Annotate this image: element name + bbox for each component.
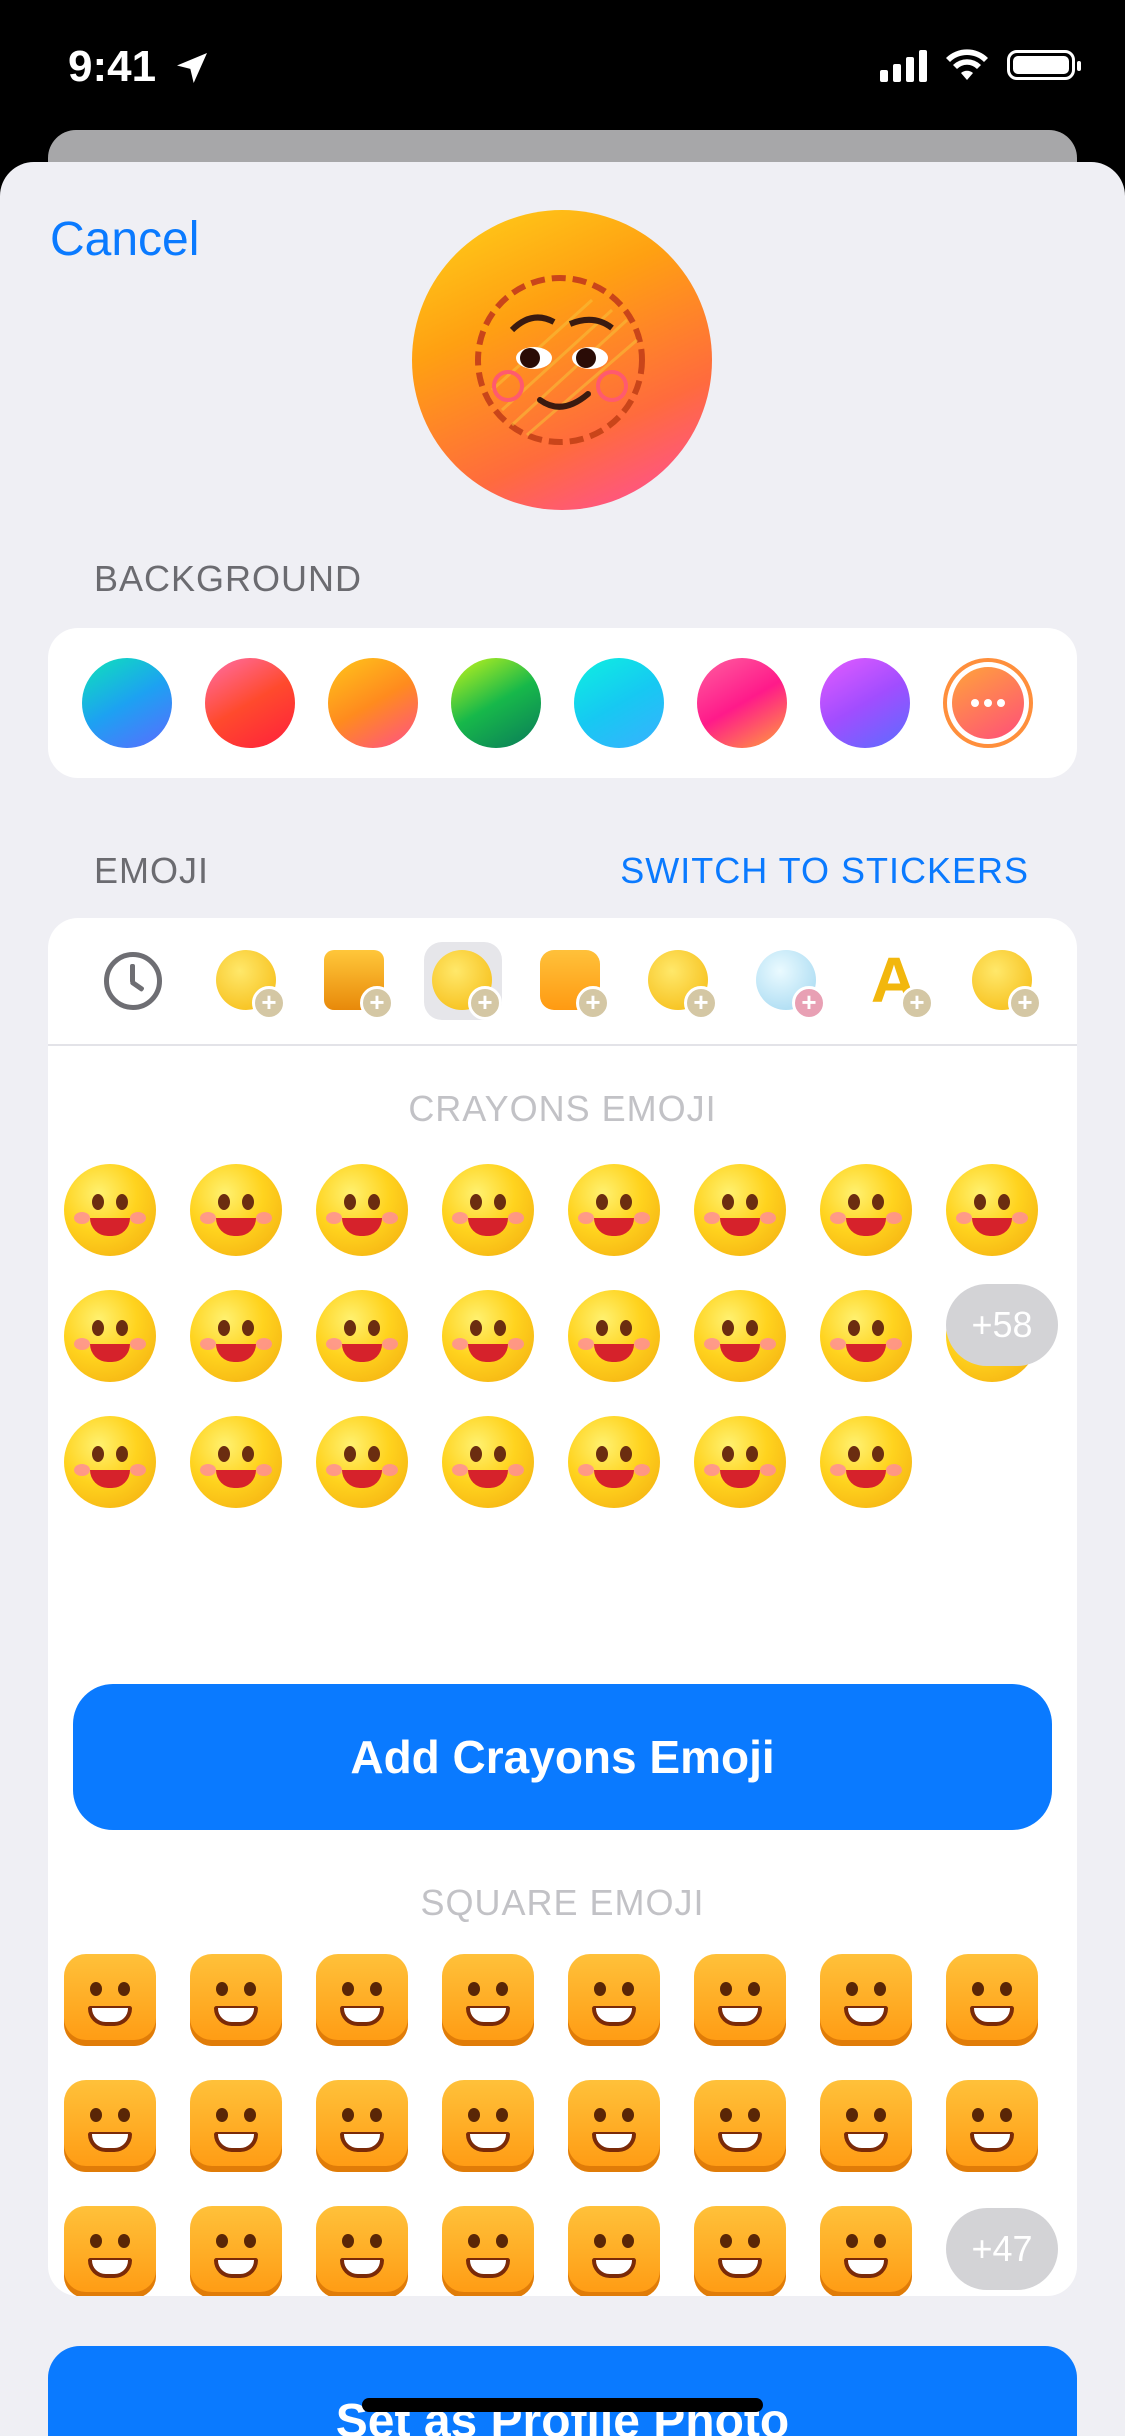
- more-backgrounds-button[interactable]: [943, 658, 1033, 748]
- background-swatch-cyan[interactable]: [574, 658, 664, 748]
- background-swatch-purple[interactable]: [820, 658, 910, 748]
- crayon-emoji[interactable]: [568, 1164, 660, 1256]
- square-emoji[interactable]: [316, 1954, 408, 2046]
- cellular-signal-icon: [880, 48, 927, 82]
- square-emoji[interactable]: [694, 2080, 786, 2172]
- square-emoji[interactable]: [190, 2206, 282, 2296]
- tab-letters-pack[interactable]: A +: [856, 942, 934, 1020]
- crayon-emoji[interactable]: [820, 1416, 912, 1508]
- square-pack-title: SQUARE EMOJI: [420, 1882, 705, 1923]
- square-emoji[interactable]: [64, 2206, 156, 2296]
- profile-photo-sheet: Cancel BACKGROUND EMOJI SWITCH TO STICKE…: [0, 162, 1125, 2436]
- home-indicator: [362, 2398, 763, 2412]
- tab-chick-pack[interactable]: +: [964, 942, 1042, 1020]
- square-emoji[interactable]: [568, 2206, 660, 2296]
- crayon-emoji[interactable]: [694, 1290, 786, 1382]
- tab-emoji-pack-1[interactable]: +: [208, 942, 286, 1020]
- crayon-emoji[interactable]: [820, 1164, 912, 1256]
- crayon-emoji[interactable]: [694, 1164, 786, 1256]
- emoji-picker: + + + + + + A + + CRAYONS EMOJI +58 Add C…: [48, 918, 1077, 2296]
- square-emoji[interactable]: [442, 2080, 534, 2172]
- crayon-emoji[interactable]: [190, 1164, 282, 1256]
- square-emoji[interactable]: [568, 2080, 660, 2172]
- crayon-emoji[interactable]: [694, 1416, 786, 1508]
- square-emoji[interactable]: [64, 1954, 156, 2046]
- avatar-preview: [412, 210, 712, 510]
- crayon-emoji[interactable]: [64, 1416, 156, 1508]
- background-swatch-orange-pink[interactable]: [328, 658, 418, 748]
- background-swatch-pink-red[interactable]: [205, 658, 295, 748]
- status-icons: [880, 48, 1081, 82]
- crayon-emoji[interactable]: [820, 1290, 912, 1382]
- switch-to-stickers-link[interactable]: SWITCH TO STICKERS: [620, 850, 1029, 892]
- crayons-pack-title: CRAYONS EMOJI: [408, 1088, 717, 1129]
- background-picker: [48, 628, 1077, 778]
- background-swatch-cyan-blue[interactable]: [82, 658, 172, 748]
- square-emoji[interactable]: [820, 2080, 912, 2172]
- location-arrow-icon: [177, 53, 207, 83]
- crayon-emoji[interactable]: [190, 1290, 282, 1382]
- status-bar: 9:41: [0, 0, 1125, 130]
- emoji-pack-tabs: + + + + + + A + +: [48, 918, 1077, 1046]
- tab-square-pack[interactable]: +: [532, 942, 610, 1020]
- recent-clock-icon[interactable]: [104, 952, 162, 1010]
- square-emoji[interactable]: [316, 2080, 408, 2172]
- square-emoji[interactable]: [64, 2080, 156, 2172]
- square-emoji[interactable]: [946, 1954, 1038, 2046]
- ellipsis-icon: [952, 667, 1024, 739]
- square-emoji[interactable]: [190, 2080, 282, 2172]
- set-as-profile-photo-button[interactable]: Set as Profile Photo: [48, 2346, 1077, 2436]
- crayon-emoji[interactable]: [442, 1416, 534, 1508]
- crayon-emoji[interactable]: [190, 1416, 282, 1508]
- crayon-emoji[interactable]: [568, 1290, 660, 1382]
- square-emoji[interactable]: [694, 1954, 786, 2046]
- add-crayons-emoji-button[interactable]: Add Crayons Emoji: [73, 1684, 1052, 1830]
- wifi-icon: [946, 49, 988, 80]
- background-section-label: BACKGROUND: [94, 558, 363, 599]
- square-emoji[interactable]: [946, 2080, 1038, 2172]
- battery-icon: [1007, 50, 1081, 80]
- square-emoji[interactable]: [442, 2206, 534, 2296]
- status-time: 9:41: [68, 42, 157, 91]
- crayon-emoji[interactable]: [568, 1416, 660, 1508]
- square-more-count[interactable]: +47: [946, 2208, 1058, 2290]
- square-emoji[interactable]: [568, 1954, 660, 2046]
- crayons-more-count[interactable]: +58: [946, 1284, 1058, 1366]
- square-emoji[interactable]: [316, 2206, 408, 2296]
- background-swatch-magenta[interactable]: [697, 658, 787, 748]
- crayon-emoji[interactable]: [64, 1290, 156, 1382]
- cancel-button[interactable]: Cancel: [50, 212, 199, 267]
- square-emoji[interactable]: [820, 2206, 912, 2296]
- square-emoji[interactable]: [442, 1954, 534, 2046]
- tab-ice-pack[interactable]: +: [748, 942, 826, 1020]
- square-emoji[interactable]: [694, 2206, 786, 2296]
- square-emoji[interactable]: [820, 1954, 912, 2046]
- crayon-emoji[interactable]: [316, 1164, 408, 1256]
- square-emoji[interactable]: [190, 1954, 282, 2046]
- crayon-emoji[interactable]: [316, 1290, 408, 1382]
- tab-crayons-pack[interactable]: +: [424, 942, 502, 1020]
- crayon-emoji[interactable]: [442, 1290, 534, 1382]
- crayon-smirk-emoji-icon: [475, 275, 645, 445]
- tab-wink-pack[interactable]: +: [640, 942, 718, 1020]
- crayon-emoji[interactable]: [946, 1164, 1038, 1256]
- crayon-emoji[interactable]: [316, 1416, 408, 1508]
- crayon-emoji[interactable]: [64, 1164, 156, 1256]
- crayon-emoji[interactable]: [442, 1164, 534, 1256]
- tab-gg-pack[interactable]: +: [316, 942, 394, 1020]
- background-swatch-green[interactable]: [451, 658, 541, 748]
- emoji-section-label: EMOJI: [94, 850, 210, 891]
